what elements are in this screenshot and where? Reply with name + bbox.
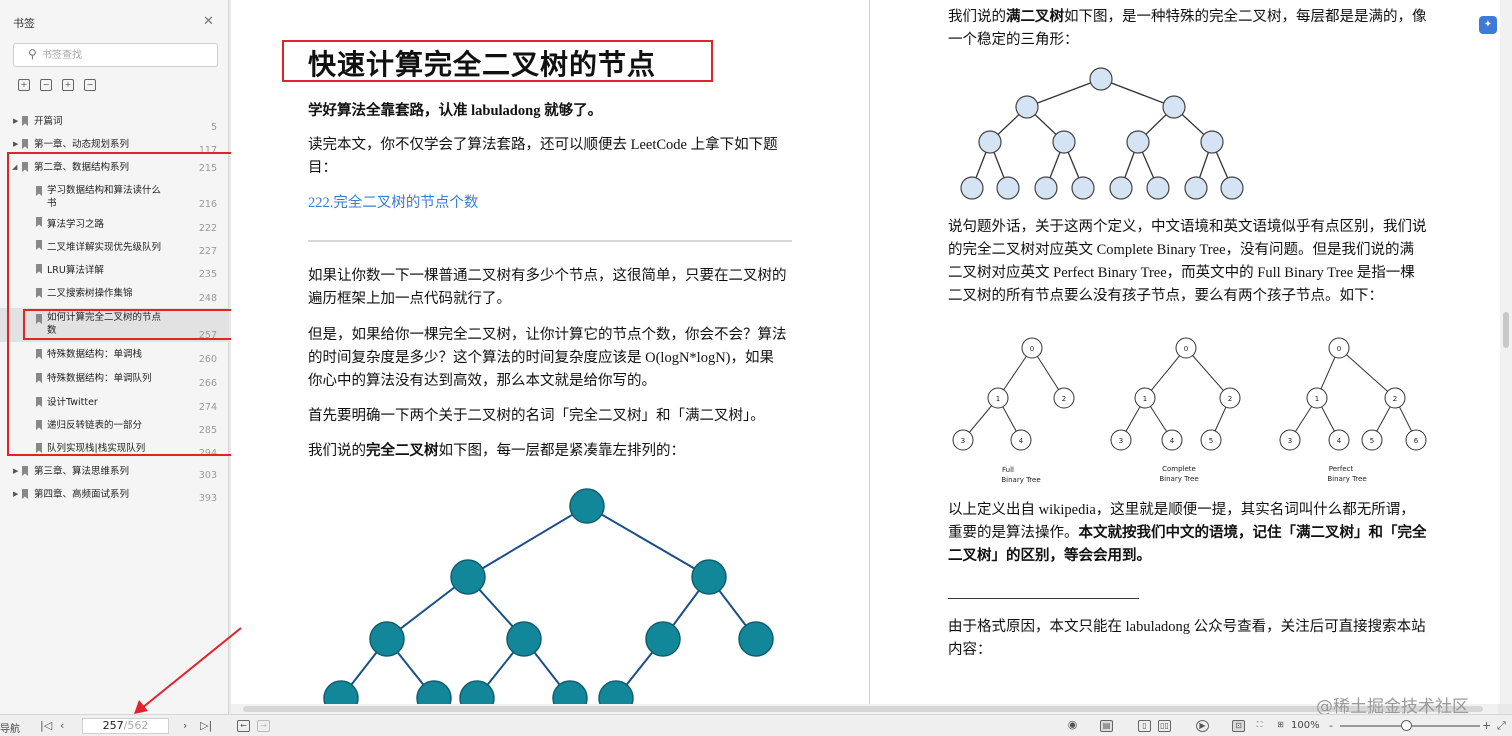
- perfect-binary-tree-figure: [960, 67, 1244, 200]
- complete-binary-tree-figure: [323, 488, 774, 704]
- node-label: 4: [1019, 437, 1024, 445]
- zoom-in-button[interactable]: +: [1482, 719, 1491, 732]
- node-label: 1: [1143, 395, 1147, 403]
- eye-protection-icon[interactable]: ◉: [1066, 719, 1079, 732]
- node-label: 3: [961, 437, 965, 445]
- node-label: 3: [1119, 437, 1123, 445]
- horizontal-scrollbar[interactable]: [231, 704, 1498, 714]
- play-icon[interactable]: ▶: [1196, 720, 1209, 732]
- text-span-bold: 本文就按我们中文的语境，记住「满二叉树」和「完全: [1078, 525, 1427, 541]
- text-span-bold: 完全二叉树: [366, 443, 439, 459]
- paragraph: 二叉树对应英文 Perfect Binary Tree，而英文中的 Full B…: [948, 265, 1415, 281]
- paragraph: 说句题外话，关于这两个定义，中文语境和英文语境似乎有点区别，我们说: [948, 219, 1427, 235]
- paragraph: 我们说的满二叉树如下图，是一种特殊的完全二叉树，每层都是是满的，像: [948, 6, 1427, 29]
- text-span: 重要的是算法操作。: [948, 525, 1079, 541]
- paragraph: 如果让你数一下一棵普通二叉树有多少个节点，这很简单，只要在二叉树的: [308, 268, 787, 284]
- caption-full-2: Binary Tree: [1001, 476, 1040, 484]
- page-divider: [869, 0, 870, 704]
- text-span: 如下图，是一种特殊的完全二叉树，每层都是是满的，像: [1064, 9, 1427, 25]
- paragraph: 内容：: [948, 642, 992, 658]
- paragraph: 首先要明确一下两个关于二叉树的名词「完全二叉树」和「满二叉树」。: [308, 408, 765, 424]
- node-label: 0: [1184, 345, 1188, 353]
- paragraph: 你心中的算法没有达到高效，那么本文就是给你写的。: [308, 373, 656, 389]
- scrollbar-thumb[interactable]: [243, 706, 1483, 712]
- text-span-bold: 满二叉树: [1006, 9, 1064, 25]
- zoom-slider-knob[interactable]: [1401, 720, 1412, 731]
- horizontal-rule: [948, 598, 1139, 599]
- caption-complete: Complete: [1162, 465, 1196, 473]
- caption-full: Full: [1002, 466, 1014, 474]
- text-span: 如下图，每一层都是紧凑靠左排列的：: [438, 443, 686, 459]
- node-label: 2: [1228, 395, 1232, 403]
- problem-link[interactable]: 222.完全二叉树的节点个数: [308, 192, 478, 215]
- intro-text: 学好算法全靠套路，认准 labuladong 就够了。: [308, 103, 603, 119]
- tree-definitions-figure: 0 1 2 3 4 0 1 2 3 4 5 0 1 2 3 4 5 6 Full…: [952, 337, 1427, 484]
- horizontal-rule: [308, 240, 792, 242]
- node-label: 0: [1337, 345, 1341, 353]
- annotation-arrow: [134, 627, 242, 714]
- scrollbar-thumb[interactable]: [1503, 312, 1509, 348]
- document-viewer[interactable]: 快速计算完全二叉树的节点 学好算法全靠套路，认准 labuladong 就够了。…: [231, 0, 1512, 704]
- paragraph: 的完全二叉树对应英文 Complete Binary Tree，没有问题。但是我…: [948, 242, 1415, 258]
- node-label: 1: [996, 395, 1000, 403]
- caption-complete-2: Binary Tree: [1159, 475, 1198, 483]
- caption-perfect: Perfect: [1329, 465, 1354, 473]
- fit-width-icon[interactable]: ⛶: [1253, 720, 1266, 732]
- node-label: 2: [1393, 395, 1397, 403]
- paragraph: 重要的是算法操作。本文就按我们中文的语境，记住「满二叉树」和「完全: [948, 522, 1427, 545]
- paragraph: 遍历框架上加一点代码就行了。: [308, 291, 511, 307]
- node-label: 5: [1209, 437, 1213, 445]
- node-label: 6: [1414, 437, 1419, 445]
- caption-perfect-2: Binary Tree: [1327, 475, 1366, 483]
- zoom-out-button[interactable]: -: [1329, 719, 1333, 732]
- node-label: 0: [1030, 345, 1034, 353]
- continuous-page-icon[interactable]: ▯: [1138, 720, 1151, 732]
- two-page-icon[interactable]: ▯▯: [1158, 720, 1171, 732]
- paragraph: 我们说的完全二叉树如下图，每一层都是紧凑靠左排列的：: [308, 440, 685, 463]
- paragraph: 的时间复杂度是多少？这个算法的时间复杂度应该是 O(logN*logN)，如果: [308, 350, 775, 366]
- vertical-scrollbar[interactable]: [1500, 0, 1512, 704]
- zoom-dropdown-icon[interactable]: ⊞: [1274, 720, 1287, 732]
- paragraph: 但是，如果给你一棵完全二叉树，让你计算它的节点个数，你会不会？算法: [308, 327, 787, 343]
- assistant-icon[interactable]: ✦: [1479, 16, 1497, 34]
- fullscreen-icon[interactable]: ⤢: [1497, 719, 1506, 733]
- node-label: 4: [1170, 437, 1175, 445]
- paragraph: 目：: [308, 160, 337, 176]
- fit-page-icon[interactable]: ⊡: [1232, 720, 1245, 732]
- text-span: 我们说的: [948, 9, 1006, 25]
- zoom-level[interactable]: 100%: [1291, 720, 1320, 731]
- node-label: 3: [1288, 437, 1292, 445]
- pdf-reader-app: 书签 ✕ ⚲ + − + − ▶ 开篇词 5 ▶ 第一章、动态规划系列 117: [0, 0, 1512, 736]
- paragraph: 以上定义出自 wikipedia，这里就是顺便一提，其实名词叫什么都无所谓，: [948, 502, 1415, 518]
- paragraph: 二叉树的所有节点要么没有孩子节点，要么有两个孩子节点。如下：: [948, 288, 1383, 304]
- node-label: 2: [1062, 395, 1066, 403]
- paragraph: 一个稳定的三角形：: [948, 32, 1079, 48]
- node-label: 4: [1337, 437, 1342, 445]
- paragraph: 由于格式原因，本文只能在 labuladong 公众号查看，关注后可直接搜索本站: [948, 619, 1426, 635]
- text-span: 我们说的: [308, 443, 366, 459]
- page-title: 快速计算完全二叉树的节点: [308, 50, 657, 81]
- paragraph: 读完本文，你不仅学会了算法套路，还可以顺便去 LeetCode 上拿下如下题: [308, 137, 778, 153]
- node-label: 5: [1370, 437, 1374, 445]
- node-label: 1: [1315, 395, 1319, 403]
- paragraph: 二叉树」的区别，等会会用到。: [948, 548, 1151, 564]
- single-page-icon[interactable]: ▤: [1100, 720, 1113, 732]
